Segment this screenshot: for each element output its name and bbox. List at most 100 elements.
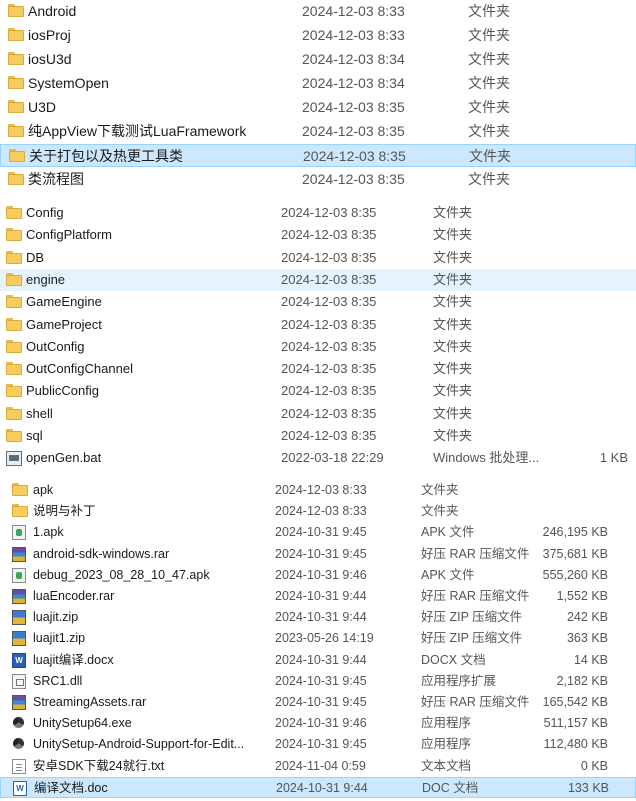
file-row-luajit-zip[interactable]: luajit.zip 2024-10-31 9:44 好压 ZIP 压缩文件 2…	[0, 607, 636, 628]
file-type: APK 文件	[421, 525, 475, 540]
file-name: UnitySetup64.exe	[33, 716, 132, 731]
file-type: 文件夹	[433, 361, 473, 377]
file-row-streamingassets-rar[interactable]: StreamingAssets.rar 2024-10-31 9:45 好压 R…	[0, 692, 636, 713]
file-row-luajit-docx[interactable]: W luajit编译.docx 2024-10-31 9:44 DOCX 文档 …	[0, 650, 636, 671]
file-row-outconfigchannel[interactable]: OutConfigChannel 2024-12-03 8:35 文件夹	[0, 358, 636, 380]
file-size: 14 KB	[573, 652, 608, 667]
file-name: SRC1.dll	[33, 673, 83, 688]
unity-exe-icon	[12, 716, 26, 732]
file-row-shell[interactable]: shell 2024-12-03 8:35 文件夹	[0, 403, 636, 425]
file-row-sql[interactable]: sql 2024-12-03 8:35 文件夹	[0, 425, 636, 447]
file-name: engine	[26, 271, 66, 287]
file-name: OutConfigChannel	[26, 361, 133, 377]
file-size: 242 KB	[566, 610, 608, 625]
file-date: 2024-12-03 8:35	[303, 148, 406, 164]
file-name: luajit编译.docx	[33, 652, 114, 667]
file-date: 2024-10-31 9:45	[275, 525, 367, 540]
file-size: 112,480 KB	[543, 737, 608, 752]
file-date: 2024-12-03 8:35	[281, 361, 377, 377]
folder-icon	[6, 250, 22, 264]
file-type: 文件夹	[468, 75, 510, 91]
file-row-debug-apk[interactable]: debug_2023_08_28_10_47.apk 2024-10-31 9:…	[0, 565, 636, 586]
file-type: 文件夹	[469, 148, 511, 164]
folder-icon	[6, 206, 22, 219]
text-file-icon	[12, 758, 26, 774]
file-row-unitysetup64-exe[interactable]: UnitySetup64.exe 2024-10-31 9:46 应用程序 51…	[0, 713, 636, 734]
file-type: 文件夹	[421, 504, 459, 519]
file-name: iosProj	[28, 27, 71, 43]
file-row-gameproject[interactable]: GameProject 2024-12-03 8:35 文件夹	[0, 314, 636, 336]
file-row-iosproj[interactable]: iosProj 2024-12-03 8:33 文件夹	[0, 24, 636, 47]
file-date: 2024-12-03 8:35	[281, 294, 377, 310]
file-date: 2024-10-31 9:44	[275, 652, 367, 667]
file-type: 好压 RAR 压缩文件	[421, 546, 530, 561]
file-name: shell	[26, 405, 53, 421]
file-type: 文件夹	[433, 316, 473, 332]
file-row-config[interactable]: Config 2024-12-03 8:35 文件夹	[0, 202, 636, 224]
file-type: 好压 ZIP 压缩文件	[421, 631, 523, 646]
file-row-luaencoder-rar[interactable]: luaEncoder.rar 2024-10-31 9:44 好压 RAR 压缩…	[0, 586, 636, 607]
file-type: DOCX 文档	[421, 652, 486, 667]
file-name: luajit1.zip	[33, 631, 86, 646]
file-row-luajit1-zip[interactable]: luajit1.zip 2023-05-26 14:19 好压 ZIP 压缩文件…	[0, 628, 636, 649]
file-row-1-apk[interactable]: 1.apk 2024-10-31 9:45 APK 文件 246,195 KB	[0, 522, 636, 543]
file-date: 2024-10-31 9:46	[275, 716, 367, 731]
file-row-u3d[interactable]: U3D 2024-12-03 8:35 文件夹	[0, 96, 636, 119]
file-row-src1-dll[interactable]: SRC1.dll 2024-10-31 9:45 应用程序扩展 2,182 KB	[0, 671, 636, 692]
folder-icon	[8, 76, 24, 89]
file-row-publicconfig[interactable]: PublicConfig 2024-12-03 8:35 文件夹	[0, 380, 636, 402]
file-row-class-flowchart[interactable]: 类流程图 2024-12-03 8:35 文件夹	[0, 168, 636, 191]
file-row-android-sdk-txt[interactable]: 安卓SDK下载24就行.txt 2024-11-04 0:59 文本文档 0 K…	[0, 756, 636, 777]
word-document-icon: W	[13, 780, 27, 796]
file-type: 文件夹	[433, 405, 473, 421]
file-row-db[interactable]: DB 2024-12-03 8:35 文件夹	[0, 247, 636, 269]
file-row-opengen-bat[interactable]: openGen.bat 2022-03-18 22:29 Windows 批处理…	[0, 447, 636, 469]
file-date: 2024-12-03 8:33	[275, 504, 367, 519]
file-date: 2024-12-03 8:35	[302, 171, 405, 187]
file-type: 应用程序	[421, 716, 472, 731]
file-row-outconfig[interactable]: OutConfig 2024-12-03 8:35 文件夹	[0, 336, 636, 358]
file-date: 2024-10-31 9:45	[275, 673, 367, 688]
file-row-android-sdk-rar[interactable]: android-sdk-windows.rar 2024-10-31 9:45 …	[0, 544, 636, 565]
file-name: openGen.bat	[26, 450, 102, 466]
file-date: 2024-12-03 8:33	[302, 3, 405, 19]
file-row-iosu3d[interactable]: iosU3d 2024-12-03 8:34 文件夹	[0, 48, 636, 71]
file-row-unitysetup-android-exe[interactable]: UnitySetup-Android-Support-for-Edit... 2…	[0, 734, 636, 755]
file-row-engine-hover[interactable]: engine 2024-12-03 8:35 文件夹	[0, 268, 636, 291]
file-type: 文件夹	[433, 271, 473, 287]
folder-icon	[8, 124, 24, 137]
file-row-compile-doc-selected[interactable]: W 编译文档.doc 2024-10-31 9:44 DOC 文档 133 KB	[0, 776, 636, 798]
file-date: 2024-12-03 8:35	[281, 205, 377, 220]
file-row-appview-luaframework[interactable]: 纯AppView下载测试LuaFramework 2024-12-03 8:35…	[0, 120, 636, 143]
file-date: 2024-12-03 8:35	[302, 99, 405, 115]
file-name: OutConfig	[26, 338, 85, 354]
file-row-systemopen[interactable]: SystemOpen 2024-12-03 8:34 文件夹	[0, 72, 636, 95]
file-size: 375,681 KB	[542, 546, 608, 561]
file-row-gameengine[interactable]: GameEngine 2024-12-03 8:35 文件夹	[0, 291, 636, 313]
file-date: 2024-12-03 8:34	[302, 51, 405, 67]
file-type: 文件夹	[433, 227, 473, 243]
file-date: 2022-03-18 22:29	[281, 450, 384, 466]
file-date: 2024-10-31 9:46	[275, 567, 367, 582]
file-name: SystemOpen	[28, 75, 109, 91]
file-name: 类流程图	[28, 171, 84, 187]
file-type: 文件夹	[468, 123, 510, 139]
file-row-apk-folder[interactable]: apk 2024-12-03 8:33 文件夹	[0, 480, 636, 501]
file-row-configplatform[interactable]: ConfigPlatform 2024-12-03 8:35 文件夹	[0, 224, 636, 246]
file-name: GameProject	[26, 316, 102, 332]
file-date: 2024-12-03 8:35	[281, 428, 377, 443]
file-size: 555,260 KB	[542, 567, 608, 582]
file-row-notes-patches[interactable]: 说明与补丁 2024-12-03 8:33 文件夹	[0, 501, 636, 522]
file-date: 2024-10-31 9:45	[275, 737, 367, 752]
file-row-packaging-tools-selected[interactable]: 关于打包以及热更工具类 2024-12-03 8:35 文件夹	[0, 144, 636, 167]
file-name: 编译文档.doc	[34, 780, 108, 795]
zip-archive-icon	[12, 631, 26, 647]
file-type: 文件夹	[433, 205, 473, 220]
file-name: 1.apk	[33, 525, 64, 540]
rar-archive-icon	[12, 695, 26, 710]
file-size: 2,182 KB	[556, 673, 608, 688]
file-date: 2024-12-03 8:35	[281, 227, 377, 243]
file-date: 2024-10-31 9:44	[275, 589, 367, 603]
file-row-android[interactable]: Android 2024-12-03 8:33 文件夹	[0, 0, 636, 23]
file-name: GameEngine	[26, 294, 102, 310]
